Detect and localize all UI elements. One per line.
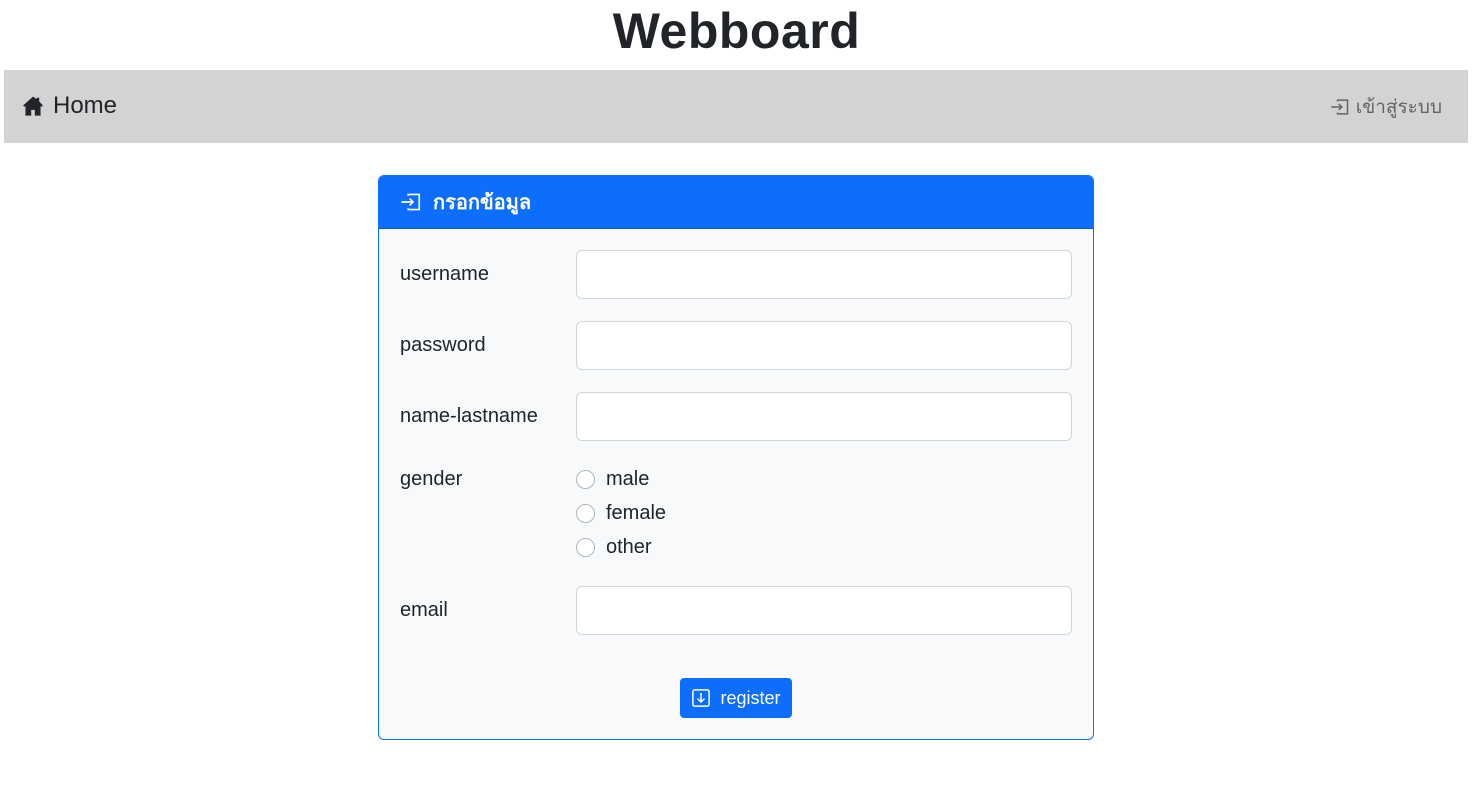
password-row: password	[400, 321, 1073, 370]
radio-label-other: other	[606, 535, 652, 558]
site-title: Webboard	[612, 3, 861, 59]
nav-home-label: Home	[53, 92, 118, 119]
register-button[interactable]: register	[680, 678, 792, 718]
name-lastname-input[interactable]	[576, 392, 1072, 441]
gender-label: gender	[400, 468, 463, 490]
card-header: กรอกข้อมูล	[379, 176, 1093, 229]
name-lastname-row: name-lastname	[400, 392, 1073, 441]
username-input[interactable]	[576, 250, 1072, 299]
gender-radio-male[interactable]: male	[576, 466, 649, 492]
password-input[interactable]	[576, 321, 1072, 370]
register-card: กรอกข้อมูล username password name-lastna…	[378, 175, 1094, 740]
radio-button[interactable]	[576, 537, 595, 557]
email-label: email	[400, 599, 448, 621]
username-row: username	[400, 250, 1073, 299]
radio-button[interactable]	[576, 503, 595, 523]
radio-button[interactable]	[576, 469, 595, 489]
nav-login-link[interactable]: เข้าสู่ระบบ	[1330, 94, 1442, 120]
nav-home-link[interactable]: Home	[22, 92, 117, 120]
box-arrow-in-right-icon	[400, 191, 422, 213]
name-lastname-label: name-lastname	[400, 405, 538, 427]
radio-label-female: female	[606, 501, 667, 524]
email-row: email	[400, 586, 1073, 635]
box-arrow-in-right-icon	[1330, 97, 1350, 117]
password-label: password	[400, 334, 486, 356]
gender-radio-other[interactable]: other	[576, 534, 652, 560]
card-header-title: กรอกข้อมูล	[433, 192, 532, 214]
house-icon	[22, 95, 44, 117]
username-label: username	[400, 263, 489, 285]
navbar: Home เข้าสู่ระบบ	[4, 70, 1468, 143]
gender-radio-female[interactable]: female	[576, 500, 666, 526]
radio-label-male: male	[606, 467, 650, 490]
nav-login-label: เข้าสู่ระบบ	[1355, 97, 1442, 118]
box-arrow-in-down-icon	[691, 688, 711, 708]
register-button-label: register	[720, 687, 781, 708]
email-input[interactable]	[576, 586, 1072, 635]
